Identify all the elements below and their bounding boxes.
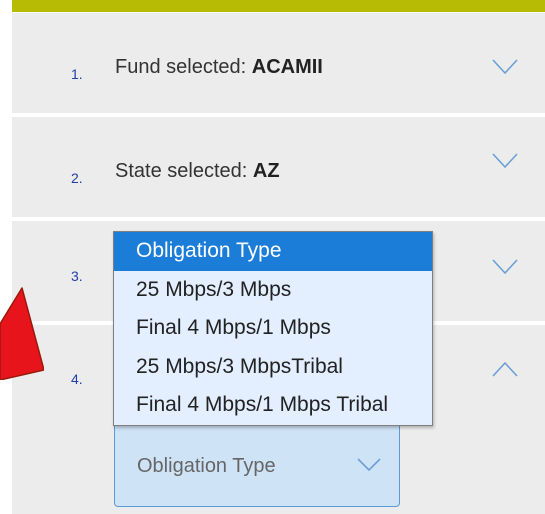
step-value: ACAMII <box>251 56 323 78</box>
obligation-type-select[interactable]: Obligation Type <box>114 416 400 507</box>
chevron-down-icon[interactable] <box>492 153 518 169</box>
step-label: Fund selected: ACAMII <box>115 56 323 79</box>
dropdown-option[interactable]: Final 4 Mbps/1 Mbps Tribal <box>114 386 432 425</box>
step-number: 1. <box>71 66 83 82</box>
chevron-down-icon[interactable] <box>492 59 518 75</box>
obligation-type-dropdown[interactable]: Obligation Type 25 Mbps/3 Mbps Final 4 M… <box>113 231 433 426</box>
step-number: 2. <box>71 170 83 186</box>
chevron-down-icon[interactable] <box>492 259 518 275</box>
step-fund[interactable]: 1. Fund selected: ACAMII <box>12 13 545 113</box>
accent-bar <box>12 0 545 12</box>
step-value: AZ <box>252 160 280 182</box>
dropdown-option[interactable]: 25 Mbps/3 Mbps <box>114 271 432 310</box>
step-number: 3. <box>71 268 83 284</box>
step-label: State selected: AZ <box>115 160 280 183</box>
step-label-text: State selected: <box>115 160 253 182</box>
step-label-text: Fund selected: <box>115 56 252 78</box>
red-arrow-icon <box>0 287 44 380</box>
dropdown-option[interactable]: Obligation Type <box>114 232 432 271</box>
step-number: 4. <box>71 371 83 387</box>
step-state[interactable]: 2. State selected: AZ <box>12 117 545 217</box>
dropdown-option[interactable]: Final 4 Mbps/1 Mbps <box>114 309 432 348</box>
dropdown-option[interactable]: 25 Mbps/3 MbpsTribal <box>114 348 432 387</box>
chevron-down-icon <box>357 458 381 472</box>
select-value: Obligation Type <box>137 455 276 477</box>
chevron-up-icon[interactable] <box>492 361 518 377</box>
wizard-page: 1. Fund selected: ACAMII 2. State select… <box>0 0 545 514</box>
